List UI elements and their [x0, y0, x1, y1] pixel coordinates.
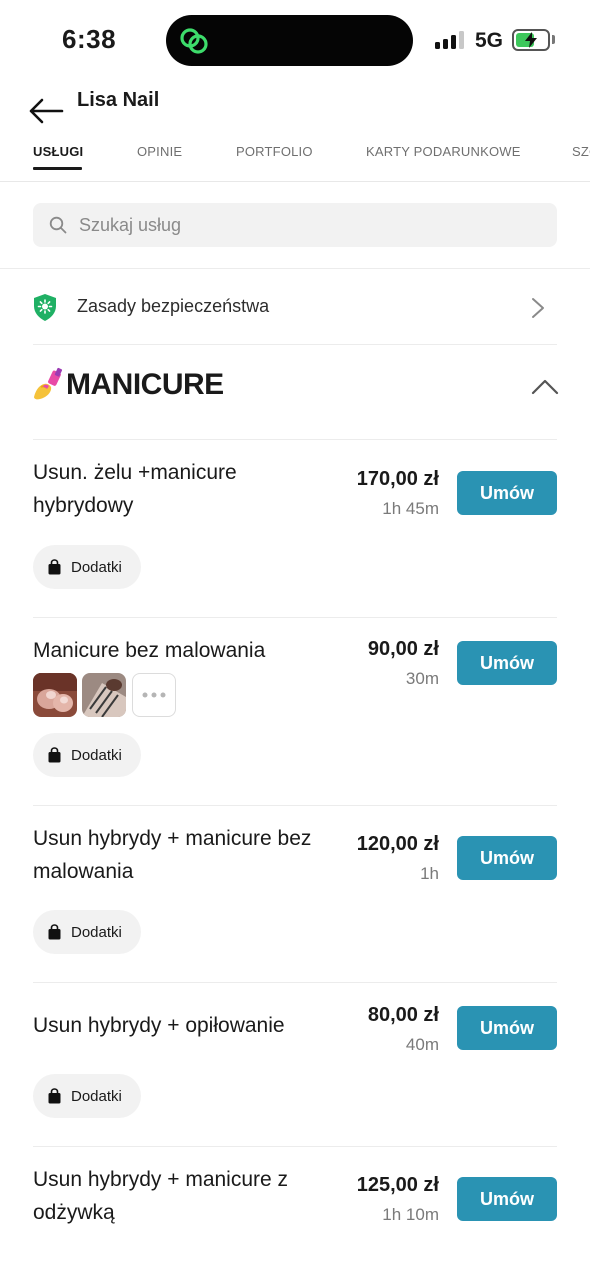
chevron-right-icon: [532, 298, 544, 318]
addons-button[interactable]: Dodatki: [33, 545, 141, 589]
service-duration: 40m: [405, 1035, 439, 1054]
service-divider: [33, 617, 557, 618]
service-price: 125,00 zł: [356, 1174, 439, 1196]
book-button[interactable]: Umów: [457, 1006, 557, 1050]
book-button[interactable]: Umów: [457, 1177, 557, 1221]
shopping-bag-icon: [48, 1088, 61, 1104]
charging-bolt-icon: [525, 32, 537, 48]
addons-button[interactable]: Dodatki: [33, 910, 141, 954]
book-button[interactable]: Umów: [457, 641, 557, 685]
service-price: 80,00 zł: [367, 1004, 439, 1026]
category-title: MANICURE: [66, 368, 224, 401]
service-duration: 30m: [405, 669, 439, 688]
service-divider: [33, 1146, 557, 1147]
search-icon: [49, 216, 67, 234]
battery-icon: [512, 29, 550, 51]
tab-gift-cards[interactable]: KARTY PODARUNKOWE: [366, 144, 521, 159]
tab-reviews[interactable]: OPINIE: [137, 144, 182, 159]
service-name: Usun hybrydy + manicure bez malowania: [33, 827, 312, 883]
shield-icon: [34, 294, 56, 321]
dynamic-island: [166, 15, 413, 66]
service-name: Usun. żelu +manicure hybrydowy: [33, 461, 237, 517]
addons-button[interactable]: Dodatki: [33, 1074, 141, 1118]
shopping-bag-icon: [48, 559, 61, 575]
safety-rules-label: Zasady bezpieczeństwa: [77, 296, 270, 316]
search-bar[interactable]: [33, 203, 557, 247]
tab-bar: USŁUGI OPINIE PORTFOLIO KARTY PODARUNKOW…: [0, 140, 590, 182]
addons-label: Dodatki: [71, 746, 122, 764]
service-duration: 1h: [420, 864, 439, 883]
nail-polish-icon: [34, 367, 63, 400]
service-duration: 1h 10m: [382, 1205, 439, 1224]
service-duration: 1h 45m: [382, 499, 439, 518]
addons-button[interactable]: Dodatki: [33, 733, 141, 777]
service-name: Manicure bez malowania: [33, 639, 266, 662]
arrow-left-icon: [29, 98, 64, 124]
search-input[interactable]: [79, 203, 539, 247]
addons-label: Dodatki: [71, 923, 122, 941]
page-title: Lisa Nail: [77, 89, 160, 111]
tab-portfolio[interactable]: PORTFOLIO: [236, 144, 313, 159]
more-dots-icon: [142, 692, 166, 698]
service-divider: [33, 805, 557, 806]
tab-services[interactable]: USŁUGI: [33, 144, 83, 159]
tab-more[interactable]: SZC: [572, 144, 590, 159]
service-photo-thumbnail[interactable]: [33, 673, 77, 717]
service-price: 120,00 zł: [356, 833, 439, 855]
addons-label: Dodatki: [71, 558, 122, 576]
addons-label: Dodatki: [71, 1087, 122, 1105]
chevron-up-icon[interactable]: [531, 377, 559, 395]
status-bar: 6:38 5G: [0, 0, 590, 80]
safety-rules-row[interactable]: Zasady bezpieczeństwa: [33, 269, 557, 345]
service-price: 90,00 zł: [367, 638, 439, 660]
book-button[interactable]: Umów: [457, 471, 557, 515]
service-divider: [33, 982, 557, 983]
service-name: Usun hybrydy + opiłowanie: [33, 1014, 285, 1037]
book-button[interactable]: Umów: [457, 836, 557, 880]
more-photos-button[interactable]: [132, 673, 176, 717]
nail-photo-image: [33, 673, 77, 717]
service-name: Usun hybrydy + manicure z odżywką: [33, 1168, 289, 1224]
back-button[interactable]: [26, 94, 66, 128]
battery-nub: [552, 35, 555, 44]
service-divider: [33, 439, 557, 440]
network-type: 5G: [475, 29, 504, 52]
signal-icon: [435, 31, 465, 49]
nail-photo-image: [82, 673, 126, 717]
status-time: 6:38: [62, 24, 117, 54]
service-price: 170,00 zł: [356, 468, 439, 490]
shopping-bag-icon: [48, 924, 61, 940]
shopping-bag-icon: [48, 747, 61, 763]
active-tab-indicator: [33, 167, 82, 170]
link-rings-icon: [180, 28, 208, 54]
service-photo-thumbnail[interactable]: [82, 673, 126, 717]
